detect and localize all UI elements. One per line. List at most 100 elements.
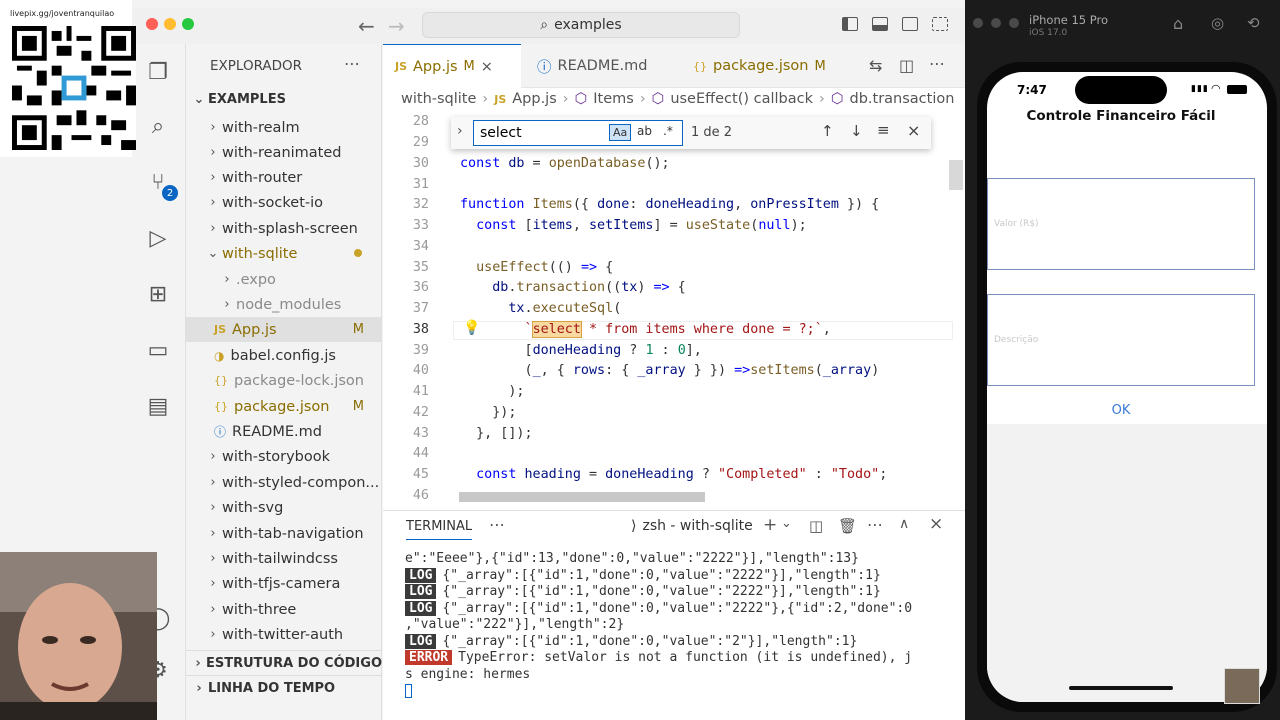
docker-icon[interactable]: ▤ — [144, 392, 172, 420]
folder-with-socket-io[interactable]: › with-socket-io — [186, 190, 382, 215]
maximize-window-button[interactable] — [1009, 18, 1019, 28]
regex-toggle[interactable]: .* — [663, 124, 673, 138]
chevron-right-icon: › — [210, 576, 216, 591]
maximize-window-button[interactable] — [182, 18, 194, 30]
tab-package-json[interactable]: {} package.json M — [681, 44, 841, 88]
horizontal-scrollbar[interactable] — [459, 492, 705, 502]
customize-layout-icon[interactable] — [932, 17, 948, 31]
tab-terminal[interactable]: TERMINAL — [406, 519, 473, 540]
close-icon[interactable]: × — [907, 121, 920, 140]
home-icon[interactable]: ⌂ — [1173, 14, 1183, 33]
new-terminal-icon[interactable]: + — [763, 515, 777, 535]
command-center-search[interactable]: ⌕ examples — [422, 12, 740, 38]
folder-with-sqlite[interactable]: ⌄ with-sqlite — [186, 241, 382, 266]
rotate-icon[interactable]: ⟲ — [1247, 14, 1260, 32]
split-terminal-icon[interactable]: ◫ — [809, 517, 823, 535]
outline-section[interactable]: › ESTRUTURA DO CÓDIGO — [186, 650, 382, 675]
file-babel-config[interactable]: ◑ babel.config.js — [186, 343, 382, 368]
chevron-right-icon[interactable]: › — [457, 123, 463, 139]
forward-arrow-icon[interactable]: → — [388, 14, 405, 38]
search-icon[interactable]: ⌕ — [144, 112, 172, 140]
toggle-panel-icon[interactable] — [872, 17, 888, 31]
toggle-secondary-sidebar-icon[interactable] — [902, 17, 918, 31]
terminal-output[interactable]: e":"Eeee"},{"id":13,"done":0,"value":"22… — [405, 551, 965, 698]
file-package-json[interactable]: {} package.json M — [186, 394, 382, 419]
back-arrow-icon[interactable]: ← — [358, 14, 375, 38]
line-number: 31 — [412, 177, 429, 192]
extensions-icon[interactable]: ⊞ — [144, 280, 172, 308]
folder-with-tfjs-camera[interactable]: › with-tfjs-camera — [186, 571, 382, 596]
line-number: 41 — [412, 384, 429, 399]
breadcrumb-item[interactable]: with-sqlite — [401, 91, 476, 107]
folder-expo[interactable]: › .expo — [186, 267, 382, 292]
json-file-icon: {} — [214, 400, 228, 413]
chevron-down-icon[interactable]: ⌄ — [781, 516, 792, 531]
more-actions-icon[interactable]: ⋯ — [489, 515, 505, 534]
folder-with-reanimated[interactable]: › with-reanimated — [186, 140, 382, 165]
code-line: db.transaction((tx) => { — [492, 280, 686, 295]
terminal-line-text: {"_array":[{"id":1,"done":0,"value":"222… — [442, 584, 881, 599]
file-readme[interactable]: ⓘ README.md — [186, 419, 382, 444]
code-line: `select * from items where done = ?;`, — [524, 321, 831, 338]
close-panel-icon[interactable]: × — [929, 514, 943, 534]
folder-with-styled-components[interactable]: › with-styled-compon... — [186, 470, 382, 495]
ok-button[interactable]: OK — [987, 403, 1255, 418]
explorer-icon[interactable]: ❐ — [144, 58, 172, 86]
folder-with-router[interactable]: › with-router — [186, 165, 382, 190]
minimize-window-button[interactable] — [164, 18, 176, 30]
value-input[interactable]: Valor (R$) — [987, 178, 1255, 270]
folder-with-three[interactable]: › with-three — [186, 597, 382, 622]
tab-readme[interactable]: ⓘ README.md — [525, 44, 675, 88]
screenshot-icon[interactable]: ◎ — [1211, 14, 1224, 32]
toggle-sidebar-icon[interactable] — [842, 17, 858, 31]
workspace-root[interactable]: ⌄ EXAMPLES — [186, 87, 382, 112]
previous-match-icon[interactable]: ↑ — [821, 122, 834, 140]
close-tab-icon[interactable]: × — [481, 59, 493, 75]
file-app-js[interactable]: JS App.js M — [186, 317, 382, 342]
match-case-toggle[interactable]: Aa — [609, 124, 632, 141]
log-badge: LOG — [405, 567, 437, 583]
signal-icon: ▮▮▮ — [1191, 84, 1209, 94]
folder-with-splash-screen[interactable]: › with-splash-screen — [186, 216, 382, 241]
description-input[interactable]: Descrição — [987, 294, 1255, 386]
minimize-window-button[interactable] — [991, 18, 1001, 28]
whole-word-toggle[interactable]: ab — [637, 124, 652, 138]
terminal-cursor — [405, 684, 412, 698]
file-package-lock[interactable]: {} package-lock.json — [186, 368, 382, 393]
find-in-selection-icon[interactable]: ≡ — [877, 121, 890, 139]
terminal-line-text: s engine: hermes — [405, 666, 531, 682]
tree-item-label: with-router — [222, 169, 303, 186]
trash-icon[interactable]: 🗑 — [838, 517, 857, 535]
breadcrumb-item[interactable]: App.js — [512, 91, 557, 107]
timeline-section[interactable]: › LINHA DO TEMPO — [186, 675, 382, 700]
code-editor[interactable]: 28 29 30 31 32 33 34 35 36 37 38 39 40 4… — [383, 110, 965, 510]
breadcrumb-item[interactable]: Items — [593, 91, 634, 107]
split-editor-icon[interactable]: ◫ — [899, 56, 914, 75]
folder-with-tailwindcss[interactable]: › with-tailwindcss — [186, 546, 382, 571]
chevron-right-icon: › — [224, 272, 230, 287]
breadcrumb-item[interactable]: useEffect() callback — [670, 91, 813, 107]
terminal-line: ERROR TypeError: setValor is not a functi… — [405, 650, 965, 667]
folder-with-tab-navigation[interactable]: › with-tab-navigation — [186, 521, 382, 546]
tab-app-js[interactable]: JS App.js M × — [383, 44, 521, 88]
more-actions-icon[interactable]: ⋯ — [344, 54, 360, 73]
terminal-selector[interactable]: ⟩ zsh - with-sqlite — [631, 518, 753, 534]
folder-with-realm[interactable]: › with-realm — [186, 115, 382, 140]
close-window-button[interactable] — [146, 18, 158, 30]
folder-with-storybook[interactable]: › with-storybook — [186, 444, 382, 469]
next-match-icon[interactable]: ↓ — [850, 122, 863, 140]
code-line: const heading = doneHeading ? "Completed… — [476, 467, 888, 482]
more-actions-icon[interactable]: ⋯ — [867, 515, 883, 534]
breadcrumb-item[interactable]: db.transaction — [850, 91, 955, 107]
maximize-panel-icon[interactable]: ∧ — [899, 516, 909, 532]
folder-with-twitter-auth[interactable]: › with-twitter-auth — [186, 622, 382, 647]
folder-with-svg[interactable]: › with-svg — [186, 495, 382, 520]
more-actions-icon[interactable]: ⋯ — [929, 54, 945, 73]
close-window-button[interactable] — [973, 18, 983, 28]
compare-icon[interactable]: ⇆ — [869, 56, 882, 75]
remote-explorer-icon[interactable]: ▭ — [144, 336, 172, 364]
run-debug-icon[interactable]: ▷ — [144, 224, 172, 252]
chevron-down-icon: ⌄ — [193, 92, 205, 107]
folder-node-modules[interactable]: › node_modules — [186, 292, 382, 317]
vertical-scrollbar[interactable] — [949, 160, 963, 190]
